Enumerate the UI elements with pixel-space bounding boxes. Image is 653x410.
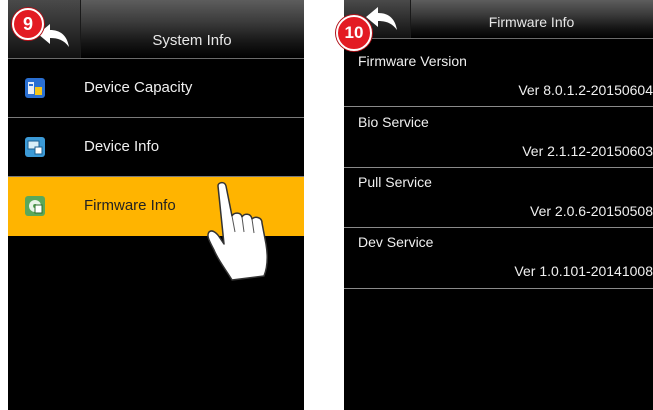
- info-key: Bio Service: [358, 114, 429, 130]
- hand-pointer-icon: [207, 181, 269, 281]
- menu-item-label: Device Capacity: [84, 79, 193, 96]
- info-key: Pull Service: [358, 174, 432, 190]
- device-capacity-icon: [25, 78, 45, 98]
- firmware-info-screen: Firmware Info Firmware Version Ver 8.0.1…: [344, 0, 653, 410]
- info-value: Ver 2.1.12-20150603: [522, 143, 653, 159]
- info-key: Firmware Version: [358, 53, 467, 69]
- step-badge: 10: [336, 15, 372, 51]
- system-info-screen: System Info Device Capacity Device Info …: [8, 0, 304, 410]
- header-bar: System Info: [8, 0, 304, 59]
- info-value: Ver 8.0.1.2-20150604: [518, 82, 653, 98]
- separator: [344, 106, 653, 107]
- separator: [344, 227, 653, 228]
- separator: [344, 167, 653, 168]
- firmware-info-icon: [25, 196, 45, 216]
- menu-item-device-info[interactable]: Device Info: [8, 118, 304, 177]
- menu-item-label: Firmware Info: [84, 197, 176, 214]
- header-bar: Firmware Info: [344, 0, 653, 39]
- page-title: Firmware Info: [488, 14, 575, 30]
- menu-item-device-capacity[interactable]: Device Capacity: [8, 59, 304, 118]
- info-value: Ver 1.0.101-20141008: [514, 263, 653, 279]
- device-info-icon: [25, 137, 45, 157]
- step-badge: 9: [12, 8, 44, 40]
- menu-item-label: Device Info: [84, 138, 160, 155]
- info-key: Dev Service: [358, 234, 434, 250]
- info-value: Ver 2.0.6-20150508: [530, 203, 653, 219]
- separator: [344, 288, 653, 289]
- page-title: System Info: [152, 32, 232, 49]
